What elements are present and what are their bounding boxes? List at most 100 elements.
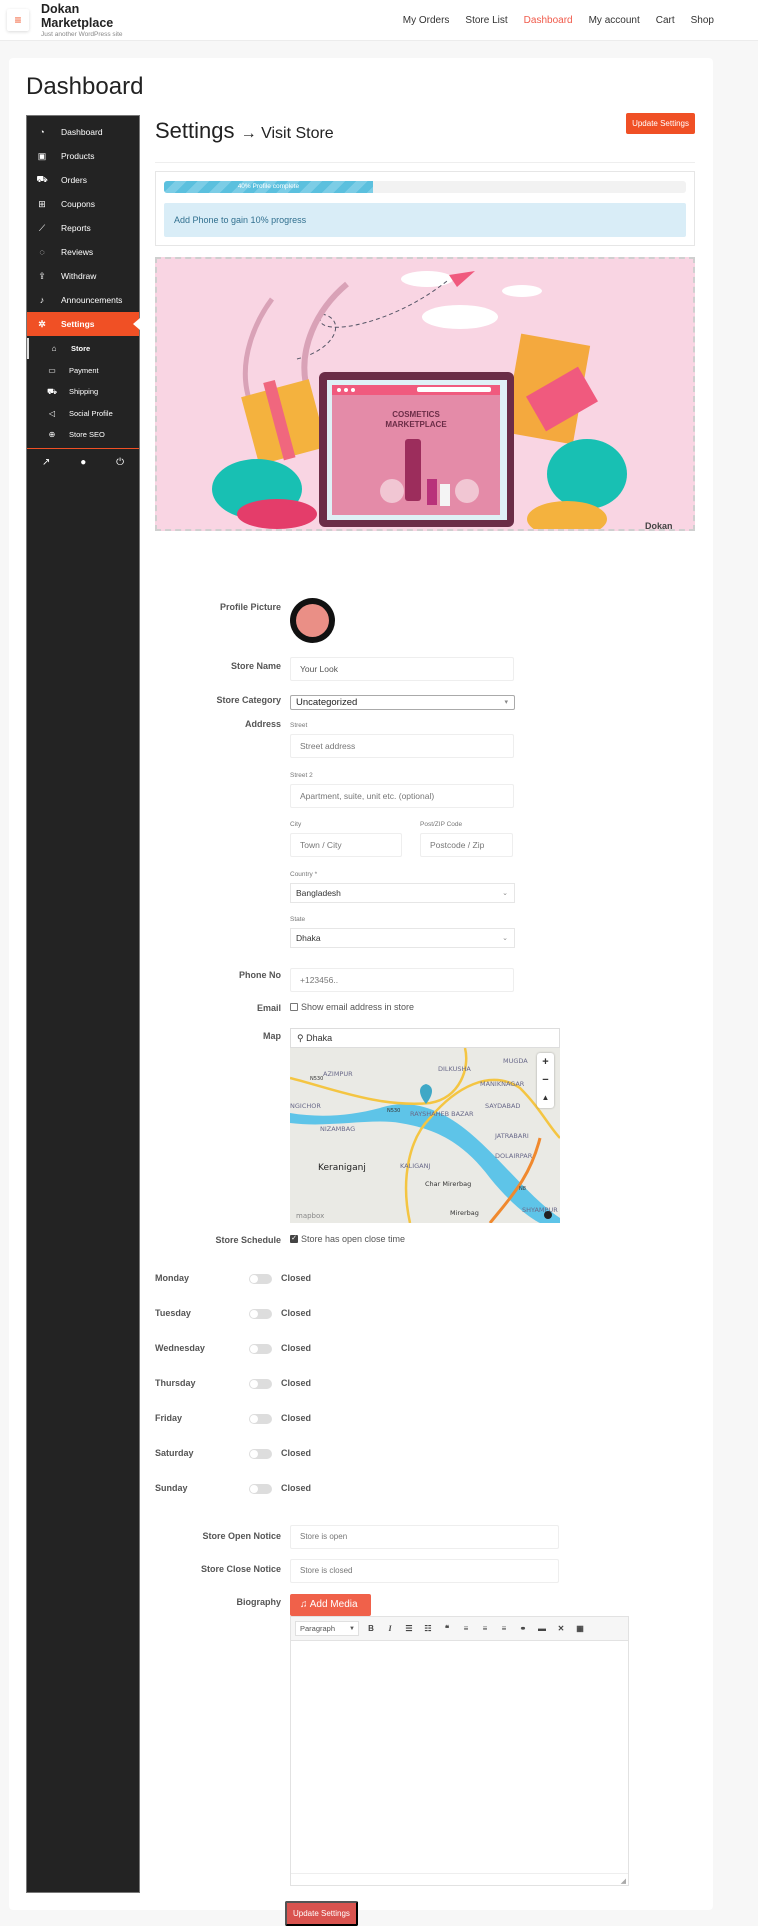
street2-input[interactable]: Apartment, suite, unit etc. (optional)	[290, 784, 514, 808]
zip-input[interactable]: Postcode / Zip	[420, 833, 513, 857]
close-notice-input[interactable]: Store is closed	[290, 1559, 559, 1583]
store-category-select[interactable]: Uncategorized ▾	[290, 695, 515, 710]
nav-dashboard[interactable]: Dashboard	[524, 15, 573, 26]
map-place-label: KALIGANJ	[400, 1162, 430, 1170]
close-notice-label: Store Close Notice	[200, 1564, 281, 1574]
share-icon: ◁	[48, 409, 56, 418]
user-icon[interactable]: ●	[80, 457, 86, 468]
store-banner[interactable]: COSMETICS MARKETPLACE Dokan	[155, 257, 695, 531]
cloud-shape	[401, 271, 453, 287]
map-search-input[interactable]: ⚲ Dhaka	[290, 1028, 560, 1048]
store-schedule-label: Store Schedule	[215, 1235, 281, 1245]
align-center-icon[interactable]: ≡	[478, 1624, 492, 1633]
hamburger-icon[interactable]: ≡	[7, 9, 29, 31]
street-label: Street	[290, 722, 308, 729]
read-more-icon[interactable]: ▬	[535, 1624, 549, 1633]
sidebar-subitem-store[interactable]: ⌂ Store	[27, 338, 139, 359]
bullet-list-icon[interactable]: ☰	[402, 1624, 416, 1633]
sidebar-subitem-social-profile[interactable]: ◁ Social Profile	[27, 403, 139, 424]
power-icon[interactable]: ⏻	[116, 457, 124, 468]
day-toggle[interactable]	[249, 1274, 272, 1284]
chart-icon: ⟋	[38, 222, 46, 233]
cloud-shape	[422, 305, 498, 329]
day-toggle[interactable]	[249, 1414, 272, 1424]
day-toggle[interactable]	[249, 1309, 272, 1319]
email-label: Email	[256, 1003, 281, 1013]
visit-store-link[interactable]: → Visit Store	[241, 125, 334, 142]
sidebar-subitem-payment[interactable]: ▭ Payment	[27, 360, 139, 381]
compass-button[interactable]: ▲	[537, 1089, 554, 1107]
street2-label: Street 2	[290, 772, 313, 779]
profile-picture[interactable]	[290, 598, 335, 643]
sidebar-subitem-shipping[interactable]: ⛟ Shipping	[27, 381, 139, 402]
update-settings-button-bottom[interactable]: Update Settings	[285, 1901, 358, 1926]
sidebar-item-withdraw[interactable]: ⇪ Withdraw	[27, 264, 139, 288]
search-icon: ⚲	[297, 1033, 304, 1043]
day-status: Closed	[281, 1273, 312, 1283]
numbered-list-icon[interactable]: ☷	[421, 1624, 435, 1633]
sidebar-item-settings[interactable]: ✲ Settings	[27, 312, 140, 336]
site-title[interactable]: Dokan Marketplace	[41, 2, 131, 30]
map-road-label: N8	[519, 1186, 526, 1192]
sidebar-item-label: Dashboard	[61, 127, 103, 137]
street-input[interactable]: Street address	[290, 734, 514, 758]
map-place-label: DOLAIRPAR	[495, 1152, 533, 1160]
nav-cart[interactable]: Cart	[656, 15, 675, 26]
sidebar-bottom-actions: ↗ ● ⏻	[27, 452, 139, 472]
store-map[interactable]: ⚲ Dhaka AZIMPUR DILKUSHA MUGDA MANIKNAGA…	[290, 1028, 560, 1223]
comments-icon: ◌	[39, 247, 45, 257]
country-value: Bangladesh	[296, 888, 341, 898]
country-select[interactable]: Bangladesh ⌄	[290, 883, 515, 903]
map-zoom-controls: + − ▲	[537, 1053, 554, 1108]
paragraph-select[interactable]: Paragraph ▼	[295, 1621, 359, 1636]
align-right-icon[interactable]: ≡	[497, 1624, 511, 1633]
fullscreen-icon[interactable]: ✕	[554, 1624, 568, 1633]
align-left-icon[interactable]: ≡	[459, 1624, 473, 1633]
nav-shop[interactable]: Shop	[691, 15, 714, 26]
day-toggle[interactable]	[249, 1484, 272, 1494]
state-select[interactable]: Dhaka ⌄	[290, 928, 515, 948]
email-checkbox[interactable]	[290, 1003, 298, 1011]
external-link-icon[interactable]: ↗	[42, 457, 50, 468]
day-toggle[interactable]	[249, 1379, 272, 1389]
progress-fill: 40% Profile complete	[164, 181, 373, 193]
bell-icon: ♪	[39, 295, 45, 305]
phone-input[interactable]: +123456..	[290, 968, 514, 992]
link-icon[interactable]: ⚭	[516, 1624, 530, 1633]
sidebar-subitem-label: Payment	[69, 366, 99, 375]
store-name-input[interactable]: Your Look	[290, 657, 514, 681]
schedule-checkbox[interactable]: ✓	[290, 1235, 298, 1243]
update-settings-button-top[interactable]: Update Settings	[626, 113, 695, 134]
profile-progress-box: 40% Profile complete Add Phone to gain 1…	[155, 171, 695, 246]
sidebar-item-reports[interactable]: ⟋ Reports	[27, 216, 139, 240]
sidebar-item-coupons[interactable]: ⊞ Coupons	[27, 192, 139, 216]
blockquote-icon[interactable]: ❝	[440, 1624, 454, 1633]
sidebar-divider	[27, 448, 139, 449]
info-icon	[544, 1211, 552, 1219]
sidebar-subitem-store-seo[interactable]: ⊕ Store SEO	[27, 424, 139, 445]
schedule-checkbox-row[interactable]: ✓ Store has open close time	[290, 1234, 405, 1244]
add-media-button[interactable]: ♫ Add Media	[290, 1594, 371, 1616]
bold-icon[interactable]: B	[364, 1624, 378, 1633]
open-notice-input[interactable]: Store is open	[290, 1525, 559, 1549]
sidebar-item-dashboard[interactable]: ◔ Dashboard	[27, 120, 139, 144]
resize-handle-icon[interactable]: ◢	[621, 1877, 626, 1885]
biography-editor[interactable]: Paragraph ▼ B I ☰ ☷ ❝ ≡ ≡ ≡ ⚭ ▬ ✕ ▦ ◢	[290, 1616, 629, 1886]
zoom-in-button[interactable]: +	[537, 1053, 554, 1071]
nav-my-account[interactable]: My account	[589, 15, 640, 26]
sidebar-item-announcements[interactable]: ♪ Announcements	[27, 288, 139, 312]
italic-icon[interactable]: I	[383, 1624, 397, 1633]
settings-title-text: Settings	[155, 118, 235, 143]
email-checkbox-row[interactable]: Show email address in store	[290, 1002, 414, 1012]
day-toggle[interactable]	[249, 1344, 272, 1354]
map-place-label: SAYDABAD	[485, 1102, 520, 1110]
nav-store-list[interactable]: Store List	[465, 15, 507, 26]
nav-my-orders[interactable]: My Orders	[403, 15, 450, 26]
toolbar-toggle-icon[interactable]: ▦	[573, 1624, 587, 1633]
sidebar-item-products[interactable]: ▣ Products	[27, 144, 139, 168]
sidebar-item-orders[interactable]: ⛟ Orders	[27, 168, 139, 192]
city-input[interactable]: Town / City	[290, 833, 402, 857]
day-toggle[interactable]	[249, 1449, 272, 1459]
sidebar-item-reviews[interactable]: ◌ Reviews	[27, 240, 139, 264]
zoom-out-button[interactable]: −	[537, 1071, 554, 1089]
